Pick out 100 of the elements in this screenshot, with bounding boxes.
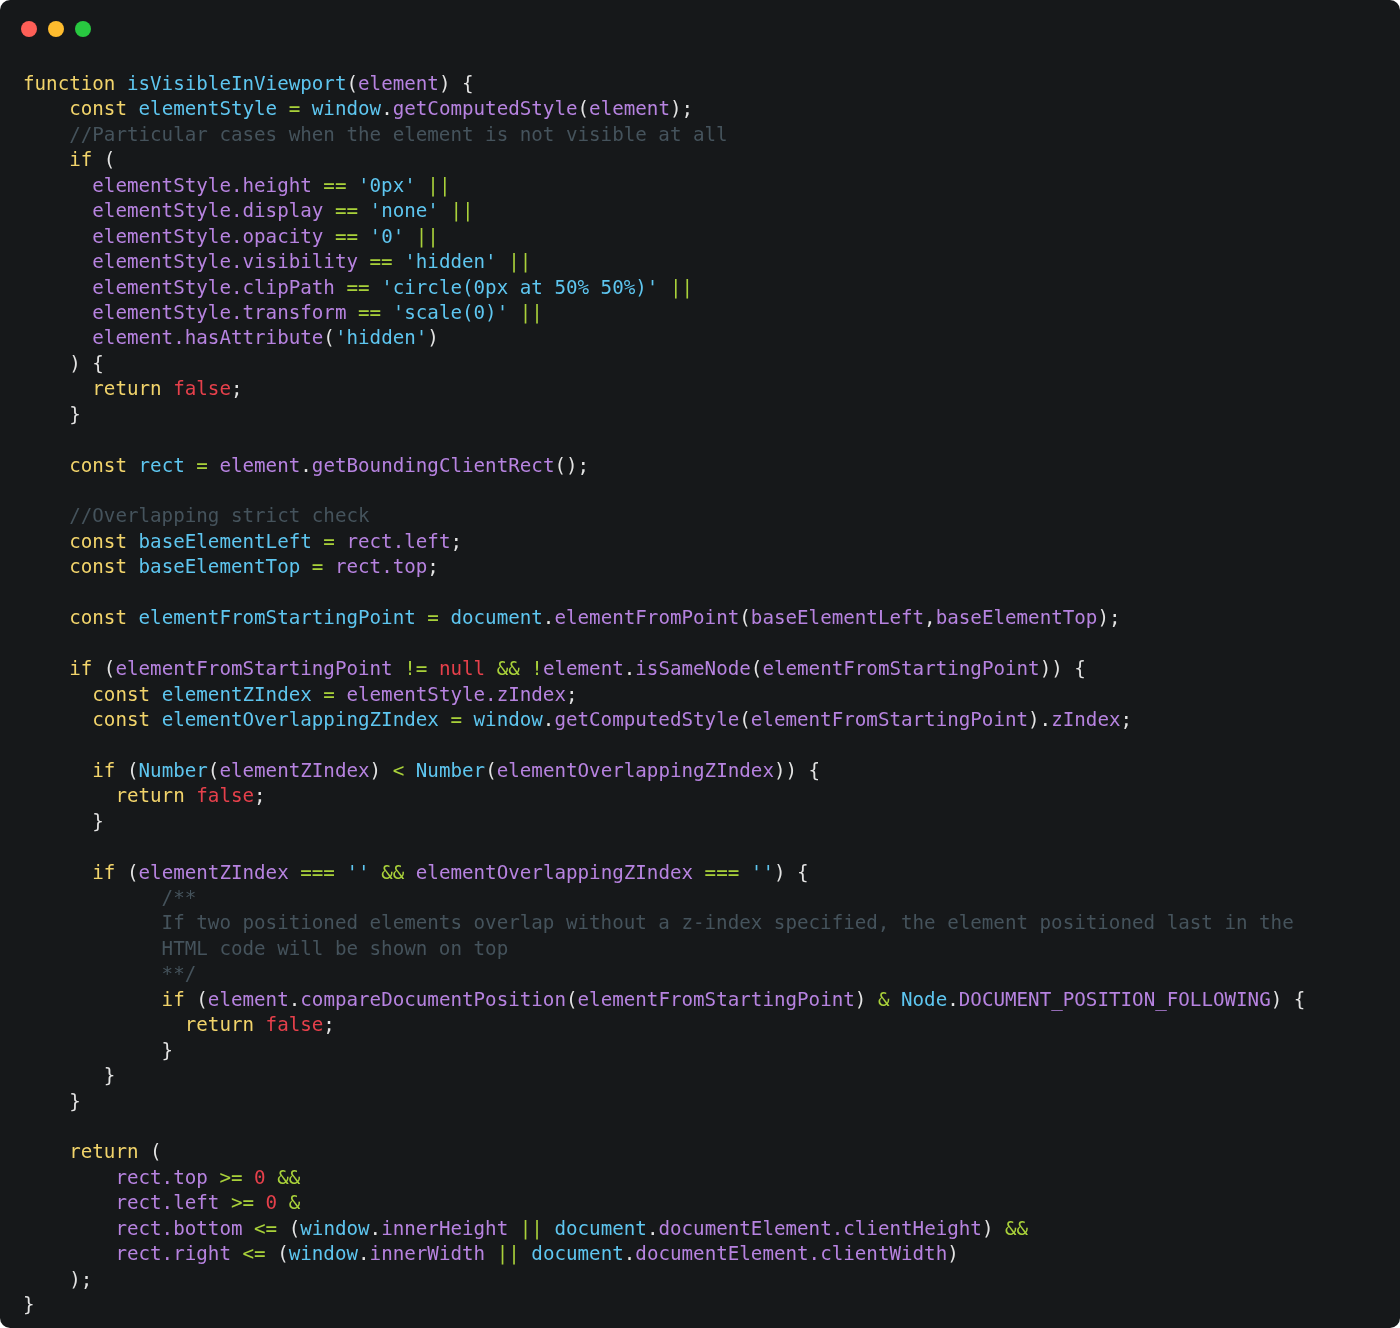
- code-punctuation: .: [542, 707, 555, 731]
- code-punctuation: ;: [323, 1013, 335, 1037]
- code-identifier: isVisibleInViewport: [126, 72, 347, 95]
- code-identifier: document: [554, 1216, 647, 1240]
- code-operator: =: [310, 555, 325, 579]
- code-punctuation: )) {: [1039, 657, 1086, 681]
- code-punctuation: ;: [427, 555, 439, 579]
- code-comment: **/: [160, 962, 197, 986]
- code-keyword: if: [91, 758, 116, 782]
- code-operator: &&: [276, 1165, 301, 1189]
- code-operator: =: [322, 682, 336, 706]
- code-punctuation: .: [623, 657, 636, 681]
- code-punctuation: .: [369, 1216, 382, 1240]
- code-operator: ===: [703, 860, 741, 884]
- code-comment: /**: [160, 886, 197, 909]
- code-property: zIndex: [1051, 707, 1121, 731]
- code-keyword: const: [68, 555, 128, 579]
- code-punctuation: (: [149, 1140, 162, 1164]
- code-property: element: [219, 453, 301, 477]
- code-punctuation: ): [369, 758, 382, 782]
- code-punctuation: (: [288, 1216, 301, 1240]
- code-operator: >=: [218, 1165, 244, 1189]
- code-property: innerHeight: [381, 1216, 509, 1240]
- code-operator: ==: [322, 173, 348, 197]
- code-keyword: const: [68, 97, 128, 121]
- code-identifier: elementStyle: [138, 97, 278, 121]
- code-operator: &: [876, 987, 891, 1011]
- code-punctuation: (: [750, 657, 763, 681]
- code-literal: 0: [265, 1191, 278, 1215]
- code-operator: ===: [299, 860, 336, 884]
- code-identifier: window: [311, 97, 382, 121]
- code-keyword: const: [68, 606, 128, 630]
- code-punctuation: );: [68, 1267, 93, 1291]
- code-property: baseElementLeft: [750, 606, 925, 630]
- code-operator: &&: [380, 860, 406, 884]
- code-keyword: const: [68, 453, 128, 477]
- code-string: '0': [369, 224, 405, 248]
- code-punctuation: );: [669, 97, 694, 121]
- code-keyword: if: [68, 148, 93, 172]
- code-property: elementStyle.zIndex: [346, 682, 566, 706]
- code-identifier: Node: [901, 987, 948, 1011]
- code-keyword: if: [91, 860, 116, 884]
- code-comment: HTML code will be shown on top: [160, 936, 509, 960]
- code-identifier: elementOverlappingZIndex: [161, 707, 439, 731]
- code-comment: //Particular cases when the element is not visible at all: [68, 122, 728, 146]
- code-operator: ||: [449, 199, 474, 223]
- code-punctuation: (: [125, 758, 139, 782]
- code-property: getComputedStyle: [392, 97, 578, 121]
- code-punctuation: ;: [565, 682, 578, 706]
- code-punctuation: ).: [1028, 707, 1052, 731]
- code-operator: &&: [1004, 1216, 1029, 1240]
- code-punctuation: .: [623, 1242, 636, 1266]
- code-string: 'hidden': [334, 326, 428, 350]
- code-keyword: if: [160, 987, 185, 1011]
- code-punctuation: .: [381, 97, 393, 121]
- code-identifier: rect: [138, 453, 185, 477]
- code-property: elementZIndex: [138, 860, 289, 884]
- code-string: '0px': [358, 173, 416, 197]
- code-property: elementStyle.opacity: [91, 224, 324, 248]
- code-operator: ||: [495, 1242, 521, 1266]
- code-property: elementStyle.display: [91, 199, 324, 223]
- code-string: 'scale(0)': [392, 300, 509, 324]
- code-property: element: [589, 97, 670, 121]
- code-operator: ==: [333, 224, 359, 248]
- code-identifier: document: [531, 1242, 624, 1266]
- code-punctuation: (: [577, 97, 590, 121]
- code-punctuation: (: [323, 326, 335, 350]
- code-punctuation: (: [566, 987, 578, 1011]
- code-property: elementFromStartingPoint: [115, 657, 393, 681]
- code-operator: =: [449, 707, 463, 731]
- code-operator: ||: [668, 275, 694, 299]
- code-operator: >=: [229, 1191, 256, 1215]
- code-property: element: [207, 987, 289, 1011]
- code-keyword: function: [23, 72, 117, 95]
- code-punctuation: (: [102, 148, 116, 172]
- code-punctuation: .: [358, 1242, 370, 1266]
- code-property: documentElement.clientWidth: [635, 1242, 948, 1266]
- code-comment: //Overlapping strict check: [68, 504, 370, 528]
- code-operator: &: [287, 1191, 301, 1215]
- code-operator: ||: [518, 300, 543, 324]
- code-property: documentElement.clientHeight: [658, 1216, 982, 1240]
- code-punctuation: .: [542, 606, 555, 630]
- code-punctuation: ): [947, 1242, 959, 1266]
- code-keyword: const: [91, 682, 152, 706]
- code-string: '': [750, 860, 774, 884]
- code-punctuation: }: [68, 402, 81, 426]
- code-literal: false: [196, 784, 255, 808]
- code-operator: ==: [368, 250, 394, 274]
- code-keyword: if: [68, 657, 93, 681]
- code-punctuation: (: [125, 860, 139, 884]
- code-punctuation: .: [300, 453, 312, 477]
- code-punctuation: ) {: [1270, 987, 1306, 1011]
- code-property: DOCUMENT_POSITION_FOLLOWING: [958, 987, 1271, 1011]
- code-identifier: window: [288, 1242, 359, 1266]
- code-property: elementZIndex: [219, 758, 370, 782]
- code-punctuation: .: [288, 987, 301, 1011]
- code-identifier: window: [473, 707, 543, 731]
- code-keyword: return: [114, 784, 186, 808]
- code-punctuation: (: [195, 987, 208, 1011]
- code-identifier: elementFromStartingPoint: [138, 606, 416, 630]
